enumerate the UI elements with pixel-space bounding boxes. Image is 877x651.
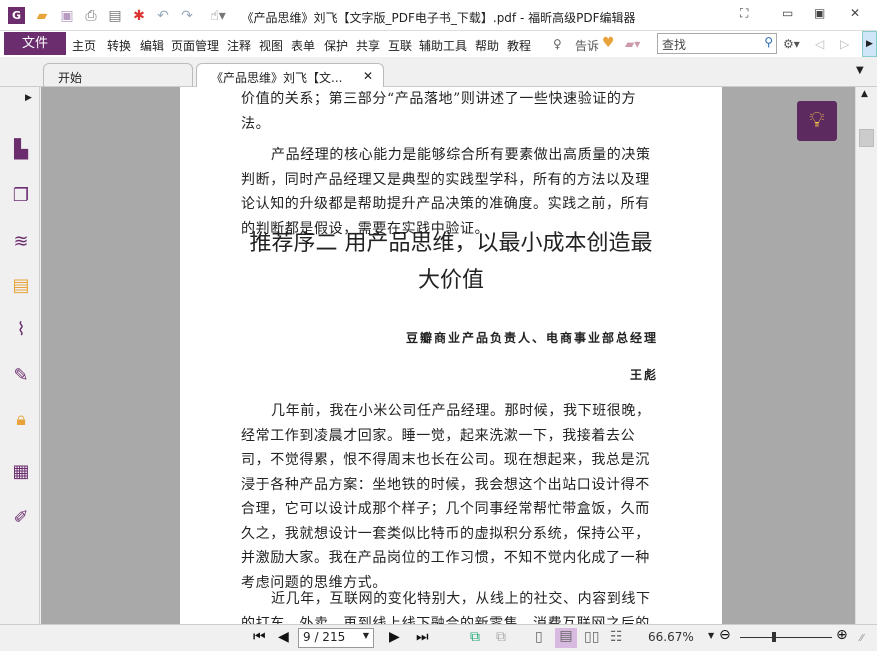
expand-panel-icon[interactable]: ▶ [25, 93, 32, 103]
tab-bar: 开始 《产品思维》刘飞【文... ✕ ▼ [0, 57, 877, 87]
tab-list-icon[interactable]: ▼ [856, 65, 864, 76]
search-icon[interactable]: ⚲ [764, 35, 773, 49]
paragraph: 价值的关系；第三部分“产品落地”则讲述了一些快速验证的方法。 [241, 91, 637, 132]
menu-accessibility[interactable]: 辅助工具 [419, 37, 467, 54]
zoom-dropdown-icon[interactable]: ▼ [708, 631, 714, 640]
menu-comment[interactable]: 注释 [227, 37, 251, 54]
title-bar: G ▰ ▣ ⎙ ▤ ✱ ↶ ↷ ☝▾ 《产品思维》刘飞【文字版_PDF电子书_下… [0, 0, 877, 31]
left-sidebar: ▶ ▙ ❐ ≋ ▤ ⌇ ✎ 🔒︎ ▦ ✐ [0, 87, 40, 624]
certify-icon[interactable]: ✐ [10, 507, 32, 529]
zoom-level[interactable]: 66.67% [648, 630, 694, 644]
pdf-page: 价值的关系；第三部分“产品落地”则讲述了一些快速验证的方法。 产品经理的核心能力… [180, 87, 722, 624]
page-number-input[interactable]: 9 / 215 ▼ [298, 628, 374, 648]
section-heading: 推荐序二 用产品思维，以最小成本创造最大价值 [249, 231, 653, 293]
signature-icon[interactable]: ✎ [10, 365, 32, 387]
menu-convert[interactable]: 转换 [107, 37, 131, 54]
author-title: 豆瓣商业产品负责人、电商事业部总经理 [405, 331, 658, 345]
single-page-icon[interactable]: ▯ [535, 629, 543, 645]
bookmarks-icon[interactable]: ❐ [10, 185, 32, 207]
tell-me[interactable]: 告诉 [575, 37, 599, 54]
minimize-button[interactable]: ▭ [782, 6, 793, 20]
page-thumbnails-icon[interactable]: ▙ [10, 139, 32, 161]
vertical-scrollbar[interactable]: ▲ [855, 87, 877, 624]
menu-home[interactable]: 主页 [72, 37, 96, 54]
zoom-in-icon[interactable]: ⊕ [836, 627, 848, 643]
continuous-page-icon[interactable]: ▤ [555, 628, 577, 648]
find-folder-icon[interactable]: ▰▾ [625, 37, 640, 51]
tab-document-label: 《产品思维》刘飞【文... [211, 71, 343, 85]
status-bar: ⏮ ◀ 9 / 215 ▼ ▶ ⏭ ⧉ ⧉ ▯ ▤ ▯▯ ☷ 66.67% ▼ ⊖… [0, 624, 877, 651]
ribbon-next-icon[interactable]: ▷ [840, 37, 849, 51]
menu-help[interactable]: 帮助 [475, 37, 499, 54]
next-page-icon[interactable]: ▶ [389, 629, 400, 645]
search-input[interactable]: 查找 ⚲ [657, 33, 777, 54]
menu-page-management[interactable]: 页面管理 [171, 37, 219, 54]
continuous-facing-icon[interactable]: ☷ [610, 629, 623, 645]
previous-view-icon[interactable]: ⧉ [470, 629, 480, 645]
lightbulb-icon[interactable]: ♀ [553, 37, 562, 51]
comments-icon[interactable]: ▤ [10, 275, 32, 297]
layers-icon[interactable]: ≋ [10, 231, 32, 253]
zoom-slider[interactable] [740, 637, 832, 638]
last-page-icon[interactable]: ⏭ [416, 629, 429, 645]
menu-protect[interactable]: 保护 [324, 37, 348, 54]
menu-edit[interactable]: 编辑 [140, 37, 164, 54]
zoom-out-icon[interactable]: ⊖ [719, 627, 731, 643]
tab-start[interactable]: 开始 [43, 63, 193, 87]
close-tab-icon[interactable]: ✕ [363, 69, 373, 83]
paragraph: 几年前，我在小米公司任产品经理。那时候，我下班很晚，经常工作到凌晨才回家。睡一觉… [241, 403, 651, 591]
security-lock-icon[interactable]: 🔒︎ [10, 409, 32, 431]
scroll-up-icon[interactable]: ▲ [861, 89, 868, 99]
menu-form[interactable]: 表单 [291, 37, 315, 54]
resize-grip-icon[interactable]: ⁄⁄ [860, 633, 863, 644]
document-viewport: 价值的关系；第三部分“产品落地”则讲述了一些快速验证的方法。 产品经理的核心能力… [41, 87, 855, 624]
search-placeholder: 查找 [662, 38, 687, 52]
menu-view[interactable]: 视图 [259, 37, 283, 54]
author-name: 王彪 [629, 368, 658, 382]
tips-lightbulb-button[interactable]: 💡︎ [797, 101, 837, 141]
menu-tutorial[interactable]: 教程 [507, 37, 531, 54]
ribbon-toggle-icon[interactable]: ⛶ [740, 6, 748, 21]
prev-page-icon[interactable]: ◀ [278, 629, 289, 645]
menu-bar: 文件 主页 转换 编辑 页面管理 注释 视图 表单 保护 共享 互联 辅助工具 … [0, 31, 877, 57]
maximize-button[interactable]: ▣ [814, 6, 825, 20]
first-page-icon[interactable]: ⏮ [253, 629, 266, 645]
menu-share[interactable]: 共享 [356, 37, 380, 54]
ribbon-expand-icon[interactable]: ▶ [862, 31, 877, 57]
tab-document[interactable]: 《产品思维》刘飞【文... ✕ [196, 63, 384, 87]
page-number: 9 / 215 [303, 630, 346, 644]
zoom-slider-thumb[interactable] [772, 632, 776, 642]
menu-connect[interactable]: 互联 [388, 37, 412, 54]
facing-page-icon[interactable]: ▯▯ [584, 629, 599, 645]
paragraph: 近几年，互联网的变化特别大，从线上的社交、内容到线下的打车、外卖，再到线上线下融… [241, 591, 651, 624]
form-fields-icon[interactable]: ▦ [10, 461, 32, 483]
ribbon-prev-icon[interactable]: ◁ [815, 37, 824, 51]
settings-icon[interactable]: ⚙▾ [783, 37, 800, 51]
close-button[interactable]: ✕ [850, 6, 860, 20]
attachments-icon[interactable]: ⌇ [10, 319, 32, 341]
feedback-heart-icon[interactable]: ♥ [602, 35, 615, 51]
menu-file[interactable]: 文件 [4, 32, 66, 55]
next-view-icon[interactable]: ⧉ [496, 629, 506, 645]
scroll-thumb[interactable] [859, 129, 874, 147]
